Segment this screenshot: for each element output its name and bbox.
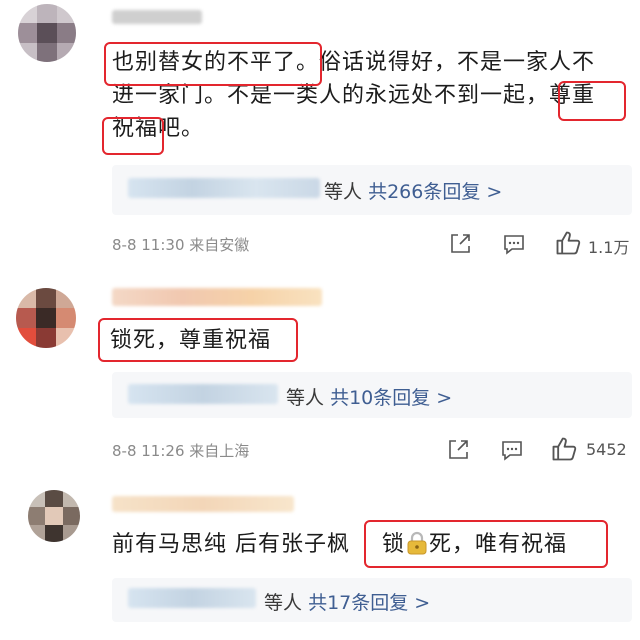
reply-users-blurred [128,384,278,404]
comment-time: 8-8 11:30 来自安徽 [112,236,250,254]
reply-users-blurred [128,178,320,198]
username-blurred[interactable] [112,10,202,24]
avatar[interactable] [28,490,80,542]
like-count: 5452 [586,440,627,459]
highlight-box [558,81,626,121]
username-blurred[interactable] [112,496,294,512]
comment-icon[interactable] [502,232,526,256]
highlight-box [98,318,298,362]
highlight-box [104,42,322,86]
comment-icon[interactable] [500,438,524,462]
reply-users-blurred [128,588,256,608]
comment-time: 8-8 11:26 来自上海 [112,442,250,460]
username-blurred[interactable] [112,288,322,306]
highlight-box [364,520,608,568]
reply-summary[interactable]: 等人 共266条回复 > [324,177,502,204]
like-count: 1.1万 [588,238,630,257]
highlight-box [102,117,164,155]
reply-summary[interactable]: 等人 共17条回复 > [264,588,430,615]
share-icon[interactable] [446,438,470,462]
share-icon[interactable] [448,232,472,256]
avatar[interactable] [18,4,76,62]
like-icon[interactable] [550,435,578,463]
reply-summary[interactable]: 等人 共10条回复 > [286,383,452,410]
comment-text: 前有马思纯 后有张子枫 [112,532,350,557]
avatar[interactable] [16,288,76,348]
like-icon[interactable] [554,229,582,257]
